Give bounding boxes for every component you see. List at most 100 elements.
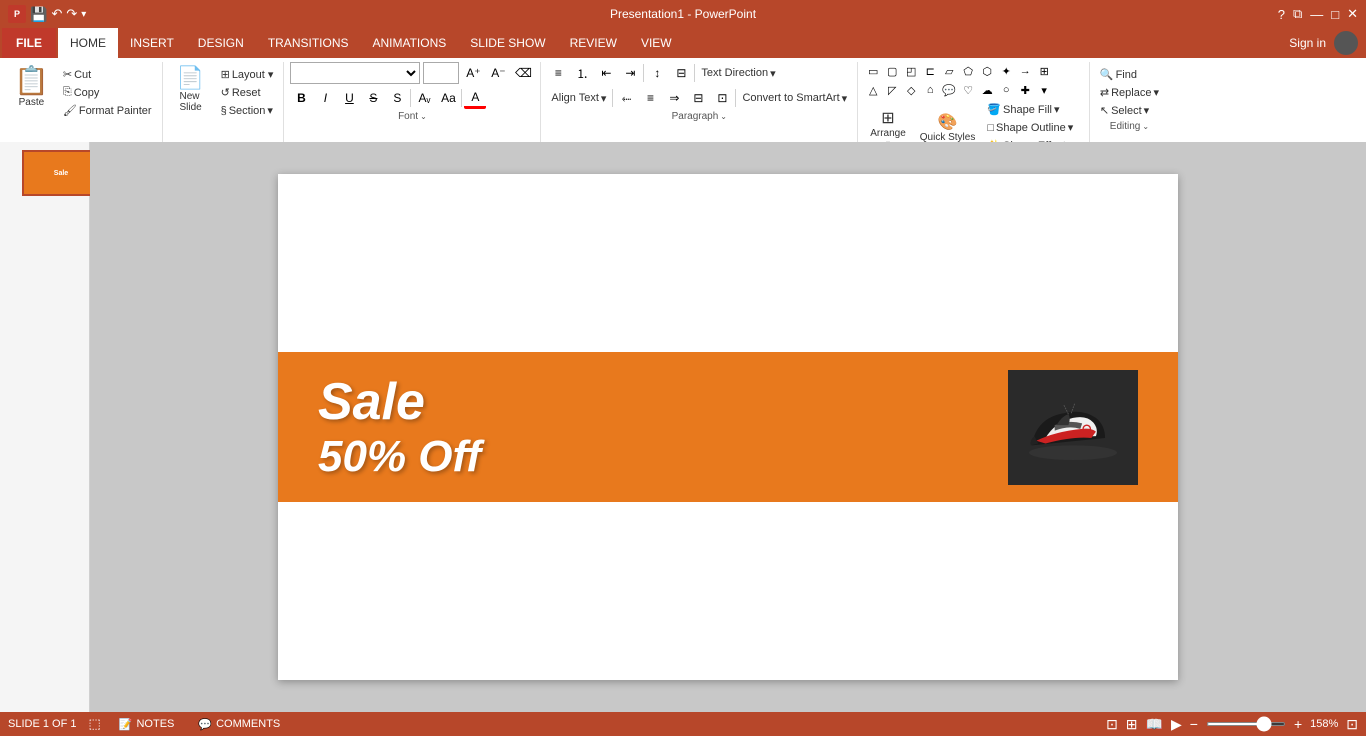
notes-button[interactable]: 📝 NOTES (113, 716, 181, 733)
editing-group-label[interactable]: Editing ⌄ (1096, 121, 1163, 132)
tab-transitions[interactable]: TRANSITIONS (256, 28, 361, 58)
select-button[interactable]: ↖ Select ▾ (1096, 102, 1163, 119)
shape-callout[interactable]: 💬 (940, 81, 958, 99)
font-color-button[interactable]: A (464, 87, 486, 109)
dist-button[interactable]: ⊡ (711, 87, 733, 109)
zoom-slider[interactable] (1206, 722, 1286, 726)
shape-heart[interactable]: ♡ (959, 81, 977, 99)
italic-button[interactable]: I (314, 87, 336, 109)
reset-button[interactable]: ↺ Reset (217, 84, 278, 101)
zoom-level[interactable]: 158% (1310, 718, 1338, 730)
tab-home[interactable]: HOME (58, 28, 118, 58)
shape-oval[interactable]: ○ (997, 81, 1015, 99)
underline-button[interactable]: U (338, 87, 360, 109)
format-painter-button[interactable]: 🖌 Format Painter (59, 102, 156, 119)
align-center-button[interactable]: ≡ (639, 87, 661, 109)
indent-decrease-button[interactable]: ⇤ (595, 62, 617, 84)
shape-snip[interactable]: ◰ (902, 62, 920, 80)
text-direction-button[interactable]: Text Direction ▾ (697, 65, 779, 82)
tab-file[interactable]: FILE (2, 28, 56, 58)
bullets-button[interactable]: ≡ (547, 62, 569, 84)
shape-rect[interactable]: ▭ (864, 62, 882, 80)
replace-button[interactable]: ⇄ Replace ▾ (1096, 84, 1163, 101)
font-size-increase-button[interactable]: A⁺ (462, 62, 484, 84)
quick-styles-button[interactable]: 🎨 Quick Styles (914, 109, 982, 146)
font-size-decrease-button[interactable]: A⁻ (487, 62, 509, 84)
font-size-input[interactable]: 7.8 (423, 62, 459, 84)
restore-button[interactable]: ⧉ (1293, 6, 1302, 22)
paragraph-group-label[interactable]: Paragraph ⌄ (547, 111, 851, 122)
align-right-button[interactable]: ⇒ (663, 87, 685, 109)
strikethrough-button[interactable]: S (362, 87, 384, 109)
find-button[interactable]: 🔍 Find (1096, 66, 1163, 83)
quick-access-toolbar[interactable]: P 💾 ↶ ↷ ▾ (8, 5, 86, 23)
shape-pentagon[interactable]: ⬠ (959, 62, 977, 80)
zoom-out-button[interactable]: − (1190, 716, 1198, 732)
numbering-button[interactable]: ⒈ (571, 62, 593, 84)
shape-trapezoid[interactable]: ⌂ (921, 81, 939, 99)
font-group-label[interactable]: Font ⌄ (290, 111, 534, 122)
minimize-button[interactable]: — (1310, 7, 1323, 22)
char-spacing-button[interactable]: Aᵥ (413, 87, 435, 109)
sign-in-button[interactable]: Sign in (1289, 36, 1326, 50)
align-left-button[interactable]: ⬸ (615, 87, 637, 109)
shape-rtriangle[interactable]: ◸ (883, 81, 901, 99)
tab-animations[interactable]: ANIMATIONS (360, 28, 458, 58)
shape-more[interactable]: ⊞ (1035, 62, 1053, 80)
shape-star[interactable]: ✦ (997, 62, 1015, 80)
slideshow-button[interactable]: ▶ (1171, 716, 1182, 733)
justify-button[interactable]: ⊟ (687, 87, 709, 109)
slide-canvas[interactable]: Sale 50% Off (278, 174, 1178, 680)
shape-outline-button[interactable]: □ Shape Outline ▾ (983, 119, 1083, 136)
slide-view-icons[interactable]: ⬚ (88, 716, 100, 732)
redo-icon[interactable]: ↷ (66, 6, 77, 22)
shape-cross[interactable]: ✚ (1016, 81, 1034, 99)
slide-thumbnail-1[interactable]: Sale (22, 150, 100, 196)
text-shadow-button[interactable]: S (386, 87, 408, 109)
section-button[interactable]: § Section ▾ (217, 102, 278, 119)
undo-icon[interactable]: ↶ (51, 6, 62, 22)
shape-arrow[interactable]: → (1016, 62, 1034, 80)
layout-button[interactable]: ⊞ Layout ▾ (217, 66, 278, 83)
zoom-in-button[interactable]: + (1294, 716, 1302, 732)
shape-fill-button[interactable]: 🪣 Shape Fill ▾ (983, 101, 1083, 118)
tab-review[interactable]: REVIEW (558, 28, 629, 58)
tab-design[interactable]: DESIGN (186, 28, 256, 58)
change-case-button[interactable]: Aa (437, 87, 459, 109)
font-family-select[interactable] (290, 62, 420, 84)
shape-diamond[interactable]: ◇ (902, 81, 920, 99)
shape-rounded[interactable]: ▢ (883, 62, 901, 80)
shape-parallelogram[interactable]: ▱ (940, 62, 958, 80)
slide-indicator-icon[interactable]: ⬚ (88, 716, 100, 732)
clear-formatting-button[interactable]: ⌫ (512, 62, 534, 84)
shape-triangle[interactable]: △ (864, 81, 882, 99)
shoe-image[interactable] (1008, 370, 1138, 485)
maximize-button[interactable]: □ (1331, 7, 1339, 22)
new-slide-button[interactable]: 📄 NewSlide (169, 62, 213, 116)
reading-view-button[interactable]: 📖 (1146, 716, 1163, 733)
cut-button[interactable]: ✂ Cut (59, 66, 156, 83)
shape-octagon[interactable]: ⬡ (978, 62, 996, 80)
paste-button[interactable]: 📋 Paste (6, 62, 57, 110)
copy-button[interactable]: ⎘ Copy (59, 84, 156, 101)
shape-cloud[interactable]: ☁ (978, 81, 996, 99)
save-icon[interactable]: 💾 (30, 6, 47, 23)
tab-view[interactable]: VIEW (629, 28, 684, 58)
customize-icon[interactable]: ▾ (81, 9, 86, 20)
bold-button[interactable]: B (290, 87, 312, 109)
user-avatar[interactable] (1334, 31, 1358, 55)
convert-smartart-button[interactable]: Convert to SmartArt ▾ (738, 90, 851, 107)
fit-slide-button[interactable]: ⊡ (1346, 716, 1358, 733)
close-button[interactable]: ✕ (1347, 6, 1358, 22)
shape-expand[interactable]: ▾ (1035, 81, 1053, 99)
slide-sorter-button[interactable]: ⊞ (1126, 716, 1138, 733)
align-text-button[interactable]: Align Text ▾ (547, 90, 610, 107)
comments-button[interactable]: 💬 COMMENTS (192, 716, 286, 733)
shape-cylinder[interactable]: ⊏ (921, 62, 939, 80)
tab-slideshow[interactable]: SLIDE SHOW (458, 28, 557, 58)
tab-insert[interactable]: INSERT (118, 28, 186, 58)
help-button[interactable]: ? (1278, 7, 1285, 22)
line-spacing-button[interactable]: ↕ (646, 62, 668, 84)
normal-view-button[interactable]: ⊡ (1106, 716, 1118, 733)
columns-button[interactable]: ⊟ (670, 62, 692, 84)
